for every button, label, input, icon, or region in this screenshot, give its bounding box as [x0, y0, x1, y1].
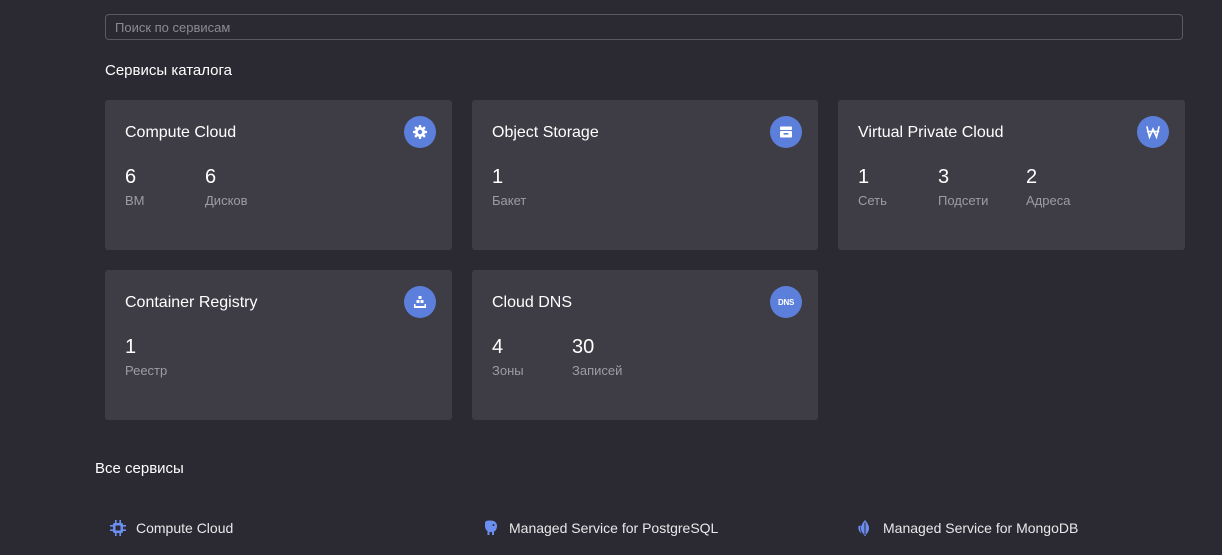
stat-value: 3 — [938, 166, 950, 188]
search-box[interactable] — [105, 14, 1183, 40]
card-title: Compute Cloud — [125, 124, 237, 141]
stat-zones: 4 Зоны — [492, 336, 572, 378]
stat-subnets: 3 Подсети — [938, 166, 1026, 208]
storage-box-icon — [770, 116, 802, 148]
card-stats: 6 ВМ 6 Дисков — [125, 166, 248, 208]
service-link-label: Managed Service for MongoDB — [883, 520, 1079, 536]
stat-addresses: 2 Адреса — [1026, 166, 1070, 208]
card-container-registry[interactable]: Container Registry 1 Реестр — [105, 270, 452, 420]
search-input[interactable] — [106, 15, 1182, 39]
stat-disks: 6 Дисков — [205, 166, 248, 208]
dns-icon: DNS — [770, 286, 802, 318]
gear-icon — [404, 116, 436, 148]
stat-label: Бакет — [492, 193, 527, 208]
service-link-mongodb[interactable]: Managed Service for MongoDB — [856, 519, 1078, 537]
mongodb-leaf-icon — [856, 519, 874, 537]
stat-value: 6 — [125, 166, 137, 188]
service-link-label: Compute Cloud — [136, 520, 234, 536]
stat-label: Адреса — [1026, 193, 1071, 208]
service-link-compute-cloud[interactable]: Compute Cloud — [109, 519, 233, 537]
stat-label: Дисков — [205, 193, 248, 208]
stat-networks: 1 Сеть — [858, 166, 938, 208]
stat-buckets: 1 Бакет — [492, 166, 526, 208]
stat-label: Реестр — [125, 363, 168, 378]
stat-value: 4 — [492, 336, 504, 358]
card-stats: 1 Сеть 3 Подсети 2 Адреса — [858, 166, 1070, 208]
card-title: Container Registry — [125, 294, 258, 311]
all-services-list: Compute Cloud Managed Service for Postgr… — [0, 519, 1222, 539]
stat-value: 6 — [205, 166, 217, 188]
card-virtual-private-cloud[interactable]: Virtual Private Cloud 1 Сеть 3 Подсети 2… — [838, 100, 1185, 250]
stat-value: 2 — [1026, 166, 1038, 188]
registry-icon — [404, 286, 436, 318]
card-title: Cloud DNS — [492, 294, 573, 311]
card-title: Virtual Private Cloud — [858, 124, 1004, 141]
network-icon — [1137, 116, 1169, 148]
stat-value: 1 — [858, 166, 870, 188]
stat-label: Сеть — [858, 193, 887, 208]
stat-vm: 6 ВМ — [125, 166, 205, 208]
stat-records: 30 Записей — [572, 336, 622, 378]
stat-label: ВМ — [125, 193, 145, 208]
stat-label: Записей — [572, 363, 623, 378]
stat-label: Подсети — [938, 193, 989, 208]
card-compute-cloud[interactable]: Compute Cloud 6 ВМ 6 Дисков — [105, 100, 452, 250]
postgresql-elephant-icon — [482, 519, 500, 537]
stat-value: 30 — [572, 336, 595, 358]
card-cloud-dns[interactable]: Cloud DNS DNS 4 Зоны 30 Записей — [472, 270, 818, 420]
dns-icon-label: DNS — [778, 297, 794, 307]
service-link-postgresql[interactable]: Managed Service for PostgreSQL — [482, 519, 718, 537]
stat-value: 1 — [492, 166, 504, 188]
card-title: Object Storage — [492, 124, 599, 141]
catalog-section-title: Сервисы каталога — [105, 62, 233, 79]
card-stats: 1 Реестр — [125, 336, 167, 378]
stat-label: Зоны — [492, 363, 524, 378]
stat-registries: 1 Реестр — [125, 336, 167, 378]
services-page: Сервисы каталога Compute Cloud 6 ВМ — [0, 0, 1222, 555]
stat-value: 1 — [125, 336, 137, 358]
all-services-title: Все сервисы — [95, 460, 184, 477]
card-stats: 1 Бакет — [492, 166, 526, 208]
chip-icon — [109, 519, 127, 537]
card-stats: 4 Зоны 30 Записей — [492, 336, 622, 378]
service-link-label: Managed Service for PostgreSQL — [509, 520, 719, 536]
card-object-storage[interactable]: Object Storage 1 Бакет — [472, 100, 818, 250]
